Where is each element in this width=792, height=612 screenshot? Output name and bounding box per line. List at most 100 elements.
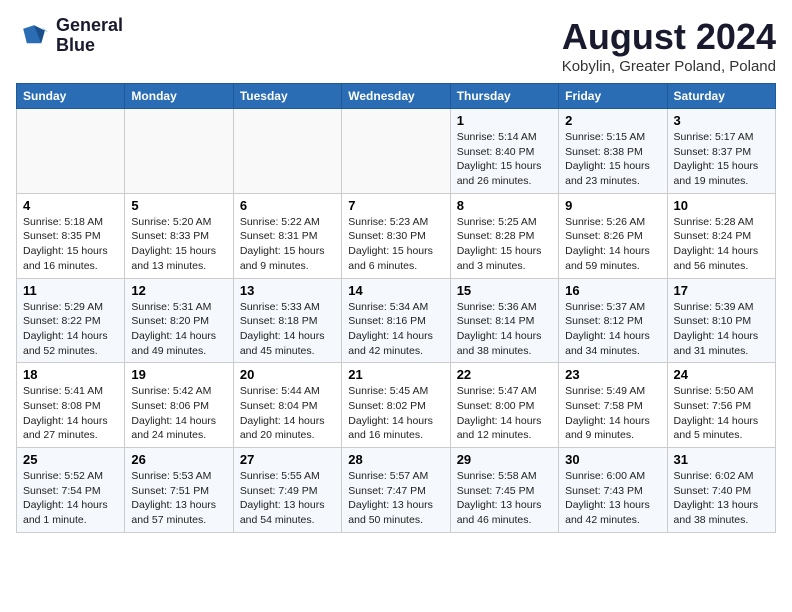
day-cell: 15 Sunrise: 5:36 AMSunset: 8:14 PMDayligh… (450, 278, 558, 363)
col-header-tuesday: Tuesday (233, 84, 341, 109)
day-number: 6 (240, 198, 335, 213)
day-cell: 9 Sunrise: 5:26 AMSunset: 8:26 PMDaylight… (559, 193, 667, 278)
day-info: Sunrise: 5:26 AMSunset: 8:26 PMDaylight:… (565, 215, 660, 274)
day-number: 31 (674, 452, 769, 467)
col-header-saturday: Saturday (667, 84, 775, 109)
day-info: Sunrise: 5:20 AMSunset: 8:33 PMDaylight:… (131, 215, 226, 274)
day-info: Sunrise: 5:34 AMSunset: 8:16 PMDaylight:… (348, 300, 443, 359)
day-number: 4 (23, 198, 118, 213)
calendar-table: SundayMondayTuesdayWednesdayThursdayFrid… (16, 83, 776, 533)
day-info: Sunrise: 5:33 AMSunset: 8:18 PMDaylight:… (240, 300, 335, 359)
day-cell: 4 Sunrise: 5:18 AMSunset: 8:35 PMDaylight… (17, 193, 125, 278)
day-info: Sunrise: 5:29 AMSunset: 8:22 PMDaylight:… (23, 300, 118, 359)
day-number: 20 (240, 367, 335, 382)
day-info: Sunrise: 5:37 AMSunset: 8:12 PMDaylight:… (565, 300, 660, 359)
day-info: Sunrise: 5:49 AMSunset: 7:58 PMDaylight:… (565, 384, 660, 443)
day-number: 5 (131, 198, 226, 213)
day-number: 30 (565, 452, 660, 467)
day-number: 8 (457, 198, 552, 213)
day-cell: 7 Sunrise: 5:23 AMSunset: 8:30 PMDaylight… (342, 193, 450, 278)
day-cell: 22Sunrise: 5:47 AMSunset: 8:00 PMDayligh… (450, 363, 558, 448)
col-header-thursday: Thursday (450, 84, 558, 109)
logo: General Blue (16, 16, 123, 56)
week-row-3: 11 Sunrise: 5:29 AMSunset: 8:22 PMDayligh… (17, 278, 776, 363)
day-number: 27 (240, 452, 335, 467)
day-cell: 13 Sunrise: 5:33 AMSunset: 8:18 PMDayligh… (233, 278, 341, 363)
day-cell: 29Sunrise: 5:58 AMSunset: 7:45 PMDayligh… (450, 448, 558, 533)
day-info: Sunrise: 5:42 AMSunset: 8:06 PMDaylight:… (131, 384, 226, 443)
day-cell: 14 Sunrise: 5:34 AMSunset: 8:16 PMDayligh… (342, 278, 450, 363)
day-number: 12 (131, 283, 226, 298)
day-cell: 5 Sunrise: 5:20 AMSunset: 8:33 PMDaylight… (125, 193, 233, 278)
day-info: Sunrise: 6:02 AMSunset: 7:40 PMDaylight:… (674, 469, 769, 528)
day-cell: 12 Sunrise: 5:31 AMSunset: 8:20 PMDayligh… (125, 278, 233, 363)
day-cell: 25 Sunrise: 5:52 AMSunset: 7:54 PMDayligh… (17, 448, 125, 533)
col-header-wednesday: Wednesday (342, 84, 450, 109)
day-cell (342, 109, 450, 194)
day-number: 24 (674, 367, 769, 382)
day-number: 28 (348, 452, 443, 467)
day-cell (125, 109, 233, 194)
day-info: Sunrise: 5:18 AMSunset: 8:35 PMDaylight:… (23, 215, 118, 274)
day-info: Sunrise: 5:45 AMSunset: 8:02 PMDaylight:… (348, 384, 443, 443)
day-cell: 18 Sunrise: 5:41 AMSunset: 8:08 PMDayligh… (17, 363, 125, 448)
day-info: Sunrise: 5:44 AMSunset: 8:04 PMDaylight:… (240, 384, 335, 443)
day-number: 11 (23, 283, 118, 298)
day-cell: 2 Sunrise: 5:15 AMSunset: 8:38 PMDaylight… (559, 109, 667, 194)
day-cell: 28 Sunrise: 5:57 AMSunset: 7:47 PMDayligh… (342, 448, 450, 533)
day-info: Sunrise: 5:52 AMSunset: 7:54 PMDaylight:… (23, 469, 118, 528)
day-number: 1 (457, 113, 552, 128)
week-row-5: 25 Sunrise: 5:52 AMSunset: 7:54 PMDayligh… (17, 448, 776, 533)
day-cell: 23 Sunrise: 5:49 AMSunset: 7:58 PMDayligh… (559, 363, 667, 448)
day-info: Sunrise: 5:17 AMSunset: 8:37 PMDaylight:… (674, 130, 769, 189)
day-info: Sunrise: 5:14 AMSunset: 8:40 PMDaylight:… (457, 130, 552, 189)
day-info: Sunrise: 5:23 AMSunset: 8:30 PMDaylight:… (348, 215, 443, 274)
day-cell: 8Sunrise: 5:25 AMSunset: 8:28 PMDaylight… (450, 193, 558, 278)
day-info: Sunrise: 5:39 AMSunset: 8:10 PMDaylight:… (674, 300, 769, 359)
day-number: 25 (23, 452, 118, 467)
location: Kobylin, Greater Poland, Poland (562, 58, 776, 75)
day-info: Sunrise: 5:28 AMSunset: 8:24 PMDaylight:… (674, 215, 769, 274)
day-cell: 27 Sunrise: 5:55 AMSunset: 7:49 PMDayligh… (233, 448, 341, 533)
day-number: 13 (240, 283, 335, 298)
title-block: August 2024 Kobylin, Greater Poland, Pol… (562, 16, 776, 75)
col-header-sunday: Sunday (17, 84, 125, 109)
day-cell: 6 Sunrise: 5:22 AMSunset: 8:31 PMDaylight… (233, 193, 341, 278)
day-number: 15 (457, 283, 552, 298)
day-info: Sunrise: 5:58 AMSunset: 7:45 PMDaylight:… (457, 469, 552, 528)
week-row-1: 1 Sunrise: 5:14 AMSunset: 8:40 PMDaylight… (17, 109, 776, 194)
day-number: 7 (348, 198, 443, 213)
day-info: Sunrise: 5:55 AMSunset: 7:49 PMDaylight:… (240, 469, 335, 528)
day-cell (233, 109, 341, 194)
day-cell: 17 Sunrise: 5:39 AMSunset: 8:10 PMDayligh… (667, 278, 775, 363)
day-number: 14 (348, 283, 443, 298)
day-info: Sunrise: 5:41 AMSunset: 8:08 PMDaylight:… (23, 384, 118, 443)
col-header-monday: Monday (125, 84, 233, 109)
day-cell: 31 Sunrise: 6:02 AMSunset: 7:40 PMDayligh… (667, 448, 775, 533)
day-number: 16 (565, 283, 660, 298)
day-number: 19 (131, 367, 226, 382)
day-info: Sunrise: 5:36 AMSunset: 8:14 PMDaylight:… (457, 300, 552, 359)
day-info: Sunrise: 5:15 AMSunset: 8:38 PMDaylight:… (565, 130, 660, 189)
day-info: Sunrise: 5:53 AMSunset: 7:51 PMDaylight:… (131, 469, 226, 528)
week-row-2: 4 Sunrise: 5:18 AMSunset: 8:35 PMDaylight… (17, 193, 776, 278)
logo-icon (16, 18, 52, 54)
day-number: 9 (565, 198, 660, 213)
day-number: 2 (565, 113, 660, 128)
day-cell: 1 Sunrise: 5:14 AMSunset: 8:40 PMDaylight… (450, 109, 558, 194)
day-info: Sunrise: 5:50 AMSunset: 7:56 PMDaylight:… (674, 384, 769, 443)
week-row-4: 18 Sunrise: 5:41 AMSunset: 8:08 PMDayligh… (17, 363, 776, 448)
day-number: 26 (131, 452, 226, 467)
day-cell: 16 Sunrise: 5:37 AMSunset: 8:12 PMDayligh… (559, 278, 667, 363)
day-cell: 11 Sunrise: 5:29 AMSunset: 8:22 PMDayligh… (17, 278, 125, 363)
day-info: Sunrise: 5:57 AMSunset: 7:47 PMDaylight:… (348, 469, 443, 528)
day-number: 3 (674, 113, 769, 128)
day-info: Sunrise: 6:00 AMSunset: 7:43 PMDaylight:… (565, 469, 660, 528)
day-cell: 21Sunrise: 5:45 AMSunset: 8:02 PMDayligh… (342, 363, 450, 448)
day-cell: 30 Sunrise: 6:00 AMSunset: 7:43 PMDayligh… (559, 448, 667, 533)
day-info: Sunrise: 5:31 AMSunset: 8:20 PMDaylight:… (131, 300, 226, 359)
day-number: 23 (565, 367, 660, 382)
day-number: 17 (674, 283, 769, 298)
day-number: 18 (23, 367, 118, 382)
day-info: Sunrise: 5:22 AMSunset: 8:31 PMDaylight:… (240, 215, 335, 274)
